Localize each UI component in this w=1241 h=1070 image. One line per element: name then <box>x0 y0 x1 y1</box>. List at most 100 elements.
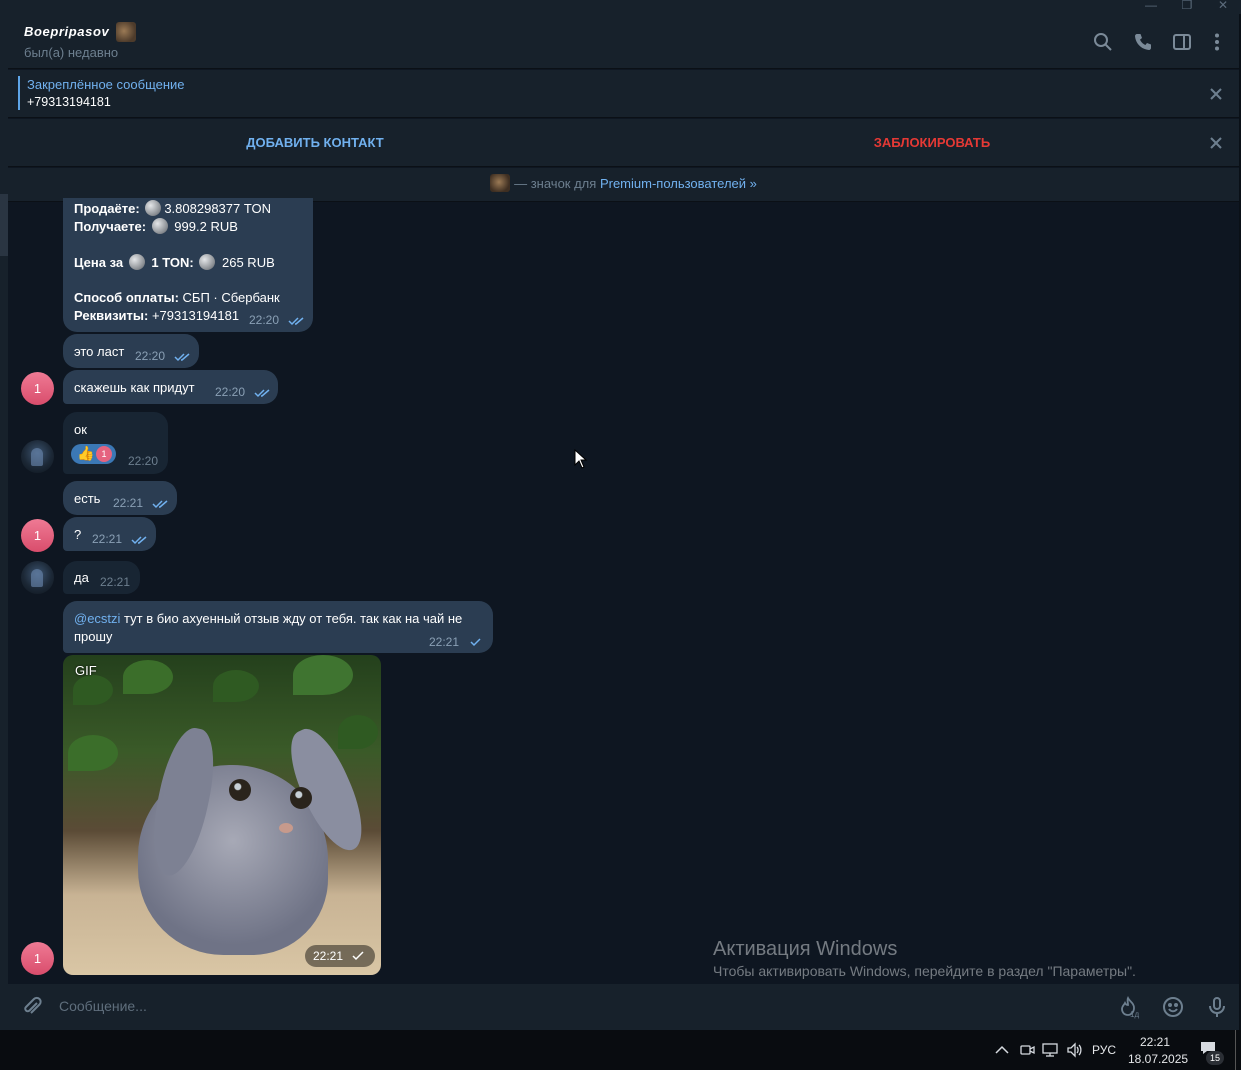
pinned-text: +79313194181 <box>27 95 111 109</box>
message-text: тут в био ахуенный отзыв жду от тебя. та… <box>120 611 463 626</box>
rub-coin-icon <box>199 254 216 270</box>
sent-check-icon <box>470 638 481 647</box>
bunny-eye <box>290 787 312 809</box>
read-double-check-icon <box>288 317 304 326</box>
contact-avatar[interactable] <box>21 440 54 473</box>
leaf-shape <box>68 735 118 771</box>
user-avatar[interactable]: 1 <box>21 372 54 405</box>
leaf-shape <box>73 675 113 705</box>
contact-name[interactable]: Boepripasov <box>24 24 109 39</box>
order-receive-line: Получаете: 999.2 RUB <box>74 218 238 234</box>
timer-label: 1д <box>1130 1010 1140 1019</box>
show-desktop-button[interactable] <box>1235 1030 1241 1070</box>
gif-badge: GIF <box>75 663 97 678</box>
gif-message[interactable]: GIF 22:21 <box>63 655 381 975</box>
message-time: 22:21 <box>113 496 144 510</box>
add-contact-button[interactable]: ДОБАВИТЬ КОНТАКТ <box>8 119 622 167</box>
message-text-line: @ecstzi тут в био ахуенный отзыв жду от … <box>74 611 462 626</box>
rub-coin-icon <box>151 218 168 234</box>
message-time: 22:21 <box>100 575 131 589</box>
window-titlebar: — ❐ ✕ <box>0 0 1241 14</box>
sell-value: 3.808298377 TON <box>164 201 272 216</box>
windows-activation-title: Активация Windows <box>713 938 898 960</box>
windows-taskbar: РУС 22:21 18.07.2025 15 <box>0 1030 1241 1070</box>
scrollbar-thumb[interactable] <box>0 194 8 256</box>
volume-icon[interactable] <box>1065 1041 1083 1059</box>
close-action-bar-icon[interactable] <box>1208 135 1224 151</box>
receive-label: Получаете: <box>74 219 147 234</box>
incoming-message[interactable]: да 22:21 <box>63 561 140 594</box>
receive-value: 999.2 RUB <box>174 219 238 234</box>
premium-status-banner: — значок для Premium-пользователей » <box>8 168 1239 202</box>
user-avatar[interactable]: 1 <box>21 942 54 975</box>
message-composer: Сообщение... 1д <box>8 984 1239 1030</box>
method-value: СБП · Сбербанк <box>182 290 280 305</box>
network-icon[interactable] <box>1041 1041 1059 1059</box>
details-label: Реквизиты: <box>74 308 149 323</box>
leaf-shape <box>213 670 259 702</box>
read-double-check-icon <box>131 536 147 545</box>
order-message-bubble[interactable]: Продаёте: 3.808298377 TON Получаете: 999… <box>63 198 313 332</box>
thumbs-up-icon: 👍 <box>77 445 95 461</box>
sidebar-toggle-icon[interactable] <box>1171 31 1193 53</box>
pinned-indicator <box>18 76 20 110</box>
message-text: ? <box>74 527 82 542</box>
message-time: 22:20 <box>215 385 246 399</box>
clock-date[interactable]: 18.07.2025 <box>1128 1052 1188 1066</box>
reaction-chip[interactable]: 👍 1 <box>71 444 116 464</box>
message-text: да <box>74 570 89 585</box>
user-avatar[interactable]: 1 <box>21 519 54 552</box>
bunny-eye <box>229 779 251 801</box>
outgoing-message[interactable]: скажешь как придут 22:20 <box>63 370 278 404</box>
outgoing-message[interactable]: это ласт 22:20 <box>63 334 199 368</box>
block-button[interactable]: ЗАБЛОКИРОВАТЬ <box>622 119 1241 167</box>
leaf-shape <box>293 655 353 695</box>
premium-link[interactable]: Premium-пользователей » <box>600 176 757 191</box>
mention-link[interactable]: @ecstzi <box>74 611 120 626</box>
outgoing-message[interactable]: @ecstzi тут в био ахуенный отзыв жду от … <box>63 601 493 653</box>
chat-list-edge <box>0 14 8 1030</box>
meet-now-icon[interactable] <box>1018 1041 1036 1059</box>
pinned-message-bar[interactable]: Закреплённое сообщение +79313194181 <box>8 70 1239 118</box>
message-time: 22:20 <box>249 313 280 327</box>
more-vertical-icon[interactable] <box>1206 31 1228 53</box>
pinned-title: Закреплённое сообщение <box>27 77 185 92</box>
outgoing-message[interactable]: есть 22:21 <box>63 481 177 515</box>
chat-header[interactable]: Boepripasov был(а) недавно <box>8 14 1239 69</box>
clock-time[interactable]: 22:21 <box>1140 1035 1170 1049</box>
close-window-icon[interactable]: ✕ <box>1208 0 1238 12</box>
message-text: есть <box>74 491 101 506</box>
attach-paperclip-icon[interactable] <box>20 995 44 1019</box>
read-double-check-icon <box>174 353 190 362</box>
leaf-shape <box>123 660 173 694</box>
maximize-icon[interactable]: ❐ <box>1172 0 1202 12</box>
message-input[interactable]: Сообщение... <box>59 998 147 1014</box>
message-time: 22:21 <box>429 635 460 649</box>
sent-check-icon <box>352 951 364 961</box>
contact-avatar[interactable] <box>21 561 54 594</box>
price-value: 265 RUB <box>222 255 275 270</box>
premium-emoji-icon <box>490 174 511 192</box>
message-text: ок <box>74 422 87 437</box>
emoji-smile-icon[interactable] <box>1161 995 1185 1019</box>
reaction-user-avatar: 1 <box>96 446 112 462</box>
premium-emoji-status-icon[interactable] <box>116 22 136 42</box>
read-double-check-icon <box>152 500 168 509</box>
method-label: Способ оплаты: <box>74 290 179 305</box>
bunny-nose <box>279 823 293 833</box>
gif-time-badge: 22:21 <box>305 945 375 967</box>
chevron-up-icon[interactable] <box>993 1041 1011 1059</box>
mouse-cursor-icon <box>574 449 588 469</box>
order-price-line: Цена за 1 TON: 265 RUB <box>74 254 275 270</box>
input-language[interactable]: РУС <box>1092 1043 1116 1057</box>
minimize-icon[interactable]: — <box>1136 0 1166 12</box>
incoming-message[interactable]: ок 👍 1 22:20 <box>63 412 168 474</box>
outgoing-message[interactable]: ? 22:21 <box>63 517 156 551</box>
microphone-icon[interactable] <box>1205 995 1229 1019</box>
search-icon[interactable] <box>1092 31 1114 53</box>
notification-count-badge: 15 <box>1206 1051 1224 1065</box>
close-pinned-icon[interactable] <box>1208 86 1224 102</box>
phone-icon[interactable] <box>1132 31 1154 53</box>
message-time: 22:21 <box>92 532 123 546</box>
details-value[interactable]: +79313194181 <box>152 308 239 323</box>
